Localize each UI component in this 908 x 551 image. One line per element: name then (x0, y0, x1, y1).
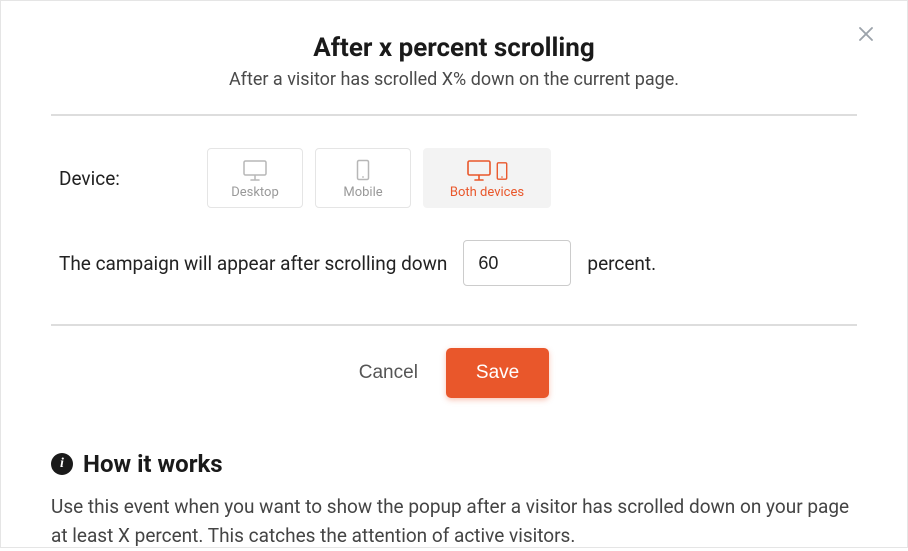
device-option-desktop[interactable]: Desktop (207, 148, 303, 208)
cancel-button[interactable]: Cancel (359, 362, 418, 384)
close-icon (857, 25, 875, 43)
device-option-desktop-label: Desktop (231, 185, 279, 200)
actions-row: Cancel Save (51, 326, 857, 412)
desktop-icon (466, 159, 492, 181)
device-option-both[interactable]: Both devices (423, 148, 551, 208)
device-options: Desktop Mobile (207, 148, 551, 208)
device-row: Device: Desktop (51, 116, 857, 228)
device-option-mobile[interactable]: Mobile (315, 148, 411, 208)
scroll-after-text: percent. (587, 252, 656, 275)
device-label: Device: (59, 167, 207, 190)
mobile-icon (496, 161, 508, 181)
mobile-icon (356, 159, 370, 181)
dialog-subtitle: After a visitor has scrolled X% down on … (51, 69, 857, 90)
close-button[interactable] (857, 25, 877, 45)
scroll-percent-input[interactable] (463, 240, 571, 286)
save-button[interactable]: Save (446, 348, 549, 398)
how-it-works-section: i How it works Use this event when you w… (51, 412, 857, 551)
device-option-mobile-label: Mobile (343, 185, 382, 200)
how-it-works-title: How it works (83, 450, 223, 478)
info-icon: i (51, 453, 73, 475)
scroll-row: The campaign will appear after scrolling… (51, 228, 857, 324)
desktop-icon (242, 159, 268, 181)
dialog-header: After x percent scrolling After a visito… (51, 1, 857, 114)
dialog-title: After x percent scrolling (51, 33, 857, 63)
device-option-both-label: Both devices (450, 185, 524, 200)
scroll-before-text: The campaign will appear after scrolling… (59, 252, 447, 275)
how-it-works-body: Use this event when you want to show the… (51, 492, 857, 551)
